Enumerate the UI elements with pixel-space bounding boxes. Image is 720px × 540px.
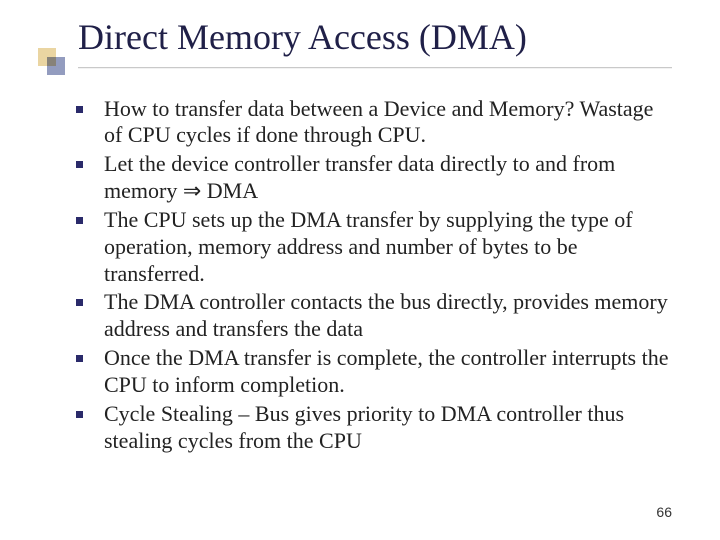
- bullet-text: Once the DMA transfer is complete, the c…: [104, 345, 669, 397]
- bullet-text: The CPU sets up the DMA transfer by supp…: [104, 207, 633, 286]
- list-item: The CPU sets up the DMA transfer by supp…: [70, 207, 672, 287]
- bullet-text: The DMA controller contacts the bus dire…: [104, 289, 668, 341]
- list-item: How to transfer data between a Device an…: [70, 96, 672, 150]
- bullet-text: Cycle Stealing – Bus gives priority to D…: [104, 401, 624, 453]
- list-item: The DMA controller contacts the bus dire…: [70, 289, 672, 343]
- bullet-text: Let the device controller transfer data …: [104, 151, 615, 203]
- title-decoration: [38, 48, 68, 78]
- list-item: Once the DMA transfer is complete, the c…: [70, 345, 672, 399]
- square-blue-icon: [47, 57, 65, 75]
- bullet-list: How to transfer data between a Device an…: [70, 96, 672, 455]
- page-number: 66: [656, 504, 672, 520]
- bullet-text: How to transfer data between a Device an…: [104, 96, 653, 148]
- list-item: Cycle Stealing – Bus gives priority to D…: [70, 401, 672, 455]
- list-item: Let the device controller transfer data …: [70, 151, 672, 205]
- title-underline: [78, 66, 672, 68]
- slide: Direct Memory Access (DMA) How to transf…: [0, 0, 720, 540]
- title-block: Direct Memory Access (DMA): [48, 18, 672, 68]
- slide-title: Direct Memory Access (DMA): [78, 18, 672, 58]
